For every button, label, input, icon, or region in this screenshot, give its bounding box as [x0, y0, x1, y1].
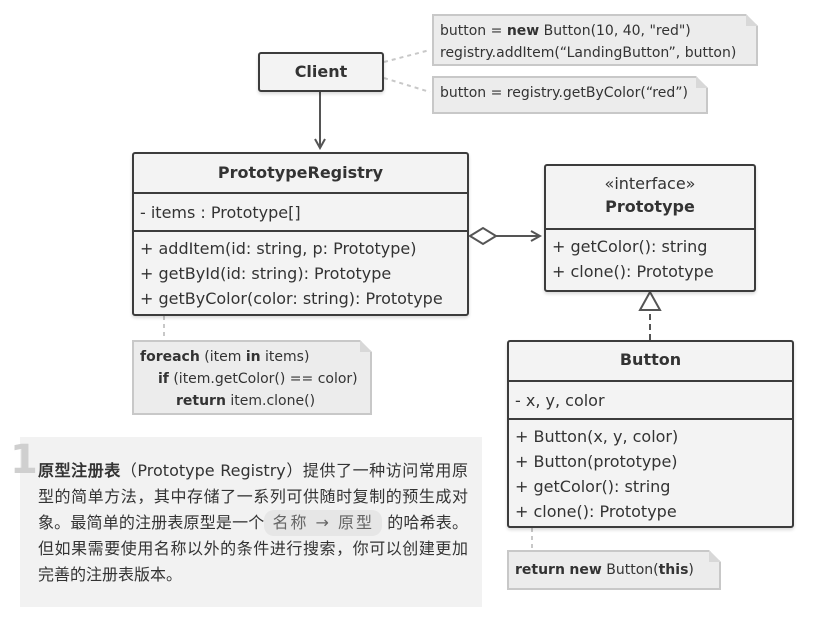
prototype-interface: «interface» Prototype + getColor(): stri… — [544, 164, 756, 292]
note-text: ) — [688, 562, 694, 578]
class-field: - x, y, color — [515, 391, 605, 410]
note-keyword: new — [569, 562, 602, 578]
client-note-bottom: button = registry.getByColor(“red”) — [432, 76, 708, 114]
aggregation-diamond — [468, 226, 498, 246]
class-method: + Button(prototype) — [515, 452, 678, 471]
note-keyword: new — [506, 23, 540, 39]
caption-chip: 名称 → 原型 — [264, 510, 383, 536]
class-method: + addItem(id: string, p: Prototype) — [140, 239, 417, 258]
class-method: + clone(): Prototype — [515, 502, 677, 521]
note-text: item.clone() — [225, 393, 316, 409]
class-title: Prototype — [605, 197, 695, 216]
note-text: button = — [440, 23, 507, 39]
class-method: + getById(id: string): Prototype — [140, 264, 392, 283]
note-keyword: if — [158, 371, 169, 387]
class-method: + getColor(): string — [552, 237, 708, 256]
button-note: return new Button(this) — [507, 550, 721, 590]
note-keyword: return — [515, 562, 565, 578]
class-method: + Button(x, y, color) — [515, 427, 679, 446]
note-text: Button(10, 40, "red") — [539, 23, 691, 39]
note-text: Button( — [601, 562, 659, 578]
client-box: Client — [258, 52, 384, 92]
caption-term: 原型注册表 — [38, 461, 121, 480]
note-text: (item.getColor() == color) — [168, 371, 358, 387]
button-class: Button - x, y, color + Button(x, y, colo… — [507, 340, 794, 528]
note-link-client-top — [383, 49, 431, 63]
class-method: + getByColor(color: string): Prototype — [140, 289, 443, 308]
class-title: PrototypeRegistry — [217, 163, 384, 182]
caption-number: 1 — [10, 437, 38, 483]
registry-note: foreach (item in items) if (item.getColo… — [132, 340, 372, 415]
class-title: Button — [619, 350, 682, 369]
caption-text: 原型注册表（Prototype Registry）提供了一种访问常用原型的简单方… — [38, 458, 468, 588]
client-title: Client — [294, 62, 348, 81]
note-text: items) — [260, 349, 310, 365]
note-text: button = registry.getByColor(“red”) — [440, 85, 688, 101]
client-note-top: button = new Button(10, 40, "red") regis… — [432, 14, 758, 66]
note-keyword: this — [658, 562, 689, 578]
interface-stereotype: «interface» — [604, 174, 696, 193]
note-keyword: return — [176, 393, 226, 409]
note-text: (item — [199, 349, 246, 365]
prototype-registry-class: PrototypeRegistry - items : Prototype[] … — [132, 152, 469, 316]
note-link-client-bottom — [383, 77, 431, 93]
note-keyword: in — [245, 349, 261, 365]
class-method: + getColor(): string — [515, 477, 671, 496]
class-field: - items : Prototype[] — [140, 203, 301, 222]
realization-triangle — [638, 289, 662, 311]
class-method: + clone(): Prototype — [552, 262, 714, 281]
note-keyword: foreach — [140, 349, 200, 365]
note-text: registry.addItem(“LandingButton”, button… — [440, 45, 737, 61]
